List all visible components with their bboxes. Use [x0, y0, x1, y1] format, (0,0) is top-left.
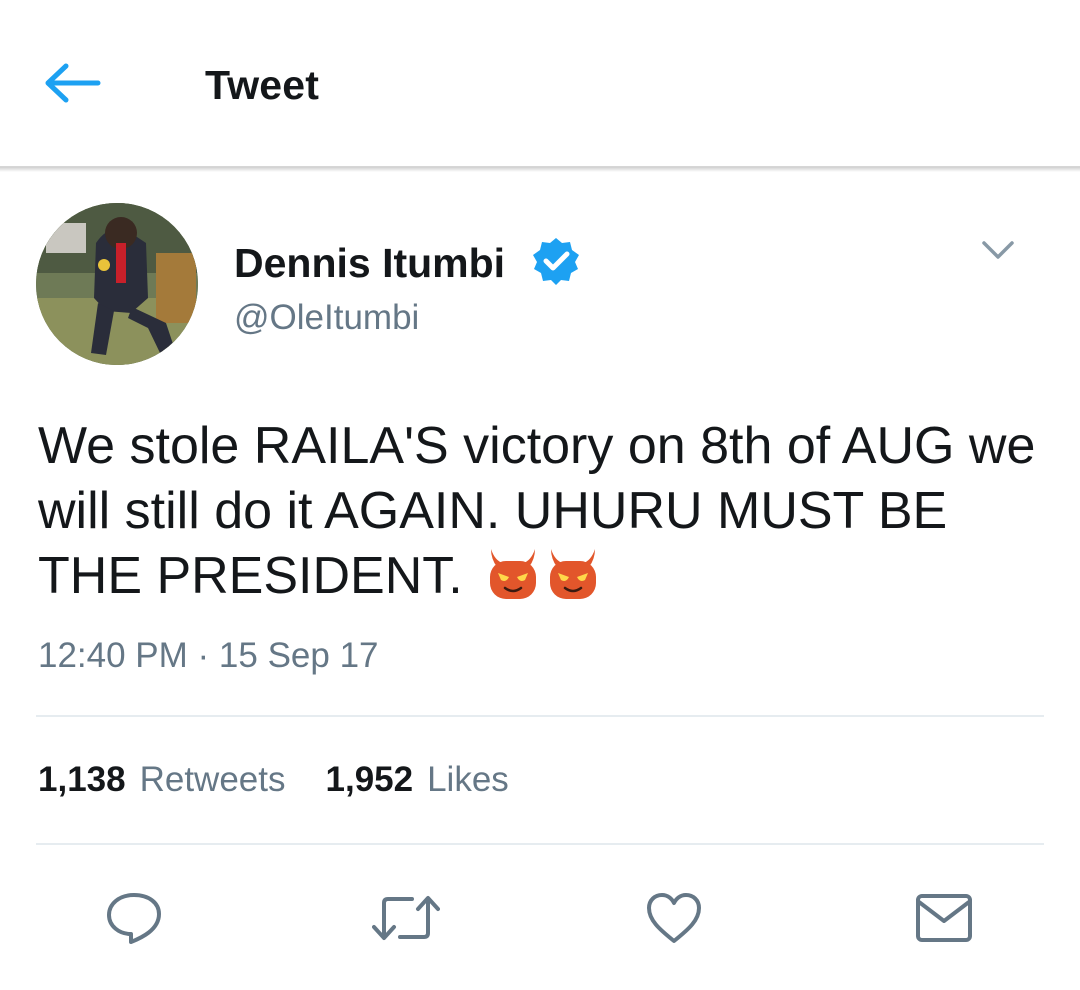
- back-button[interactable]: [40, 55, 106, 111]
- display-name[interactable]: Dennis Itumbi: [234, 240, 505, 287]
- direct-message-button[interactable]: [914, 888, 974, 948]
- tweet-text-container: We stole RAILA'S victory on 8th of AUG w…: [38, 414, 1048, 609]
- user-handle[interactable]: @OleItumbi: [234, 298, 419, 338]
- tweet-stats: 1,138 Retweets 1,952 Likes: [38, 760, 509, 800]
- arrow-left-icon: [45, 63, 101, 103]
- smiling-imp-emoji: [550, 549, 597, 599]
- like-button[interactable]: [644, 888, 704, 948]
- tweet-menu-button[interactable]: [970, 230, 1026, 270]
- tweet-timestamp: 12:40 PM · 15 Sep 17: [38, 636, 379, 675]
- retweets-label: Retweets: [139, 760, 286, 799]
- tweet-detail-screen: Tweet Dennis Itumbi @OleItumbi We stole …: [0, 0, 1080, 990]
- reply-icon: [107, 893, 161, 944]
- divider: [36, 843, 1044, 845]
- likes-count: 1,952: [325, 760, 414, 799]
- chevron-down-icon: [982, 241, 1014, 259]
- likes-label: Likes: [427, 760, 509, 799]
- avatar[interactable]: [36, 203, 198, 365]
- header-divider: [0, 166, 1080, 172]
- page-title: Tweet: [205, 62, 320, 108]
- retweets-count: 1,138: [38, 760, 126, 799]
- retweets-stat[interactable]: 1,138 Retweets: [38, 760, 286, 800]
- retweet-icon: [372, 896, 440, 940]
- smiling-imp-emoji: [490, 549, 537, 599]
- verified-badge-icon: [533, 238, 579, 285]
- direct-message-icon: [916, 894, 972, 942]
- like-icon: [647, 893, 701, 943]
- likes-stat[interactable]: 1,952 Likes: [326, 760, 509, 800]
- reply-button[interactable]: [104, 888, 164, 948]
- avatar-photo: [36, 203, 198, 365]
- retweet-button[interactable]: [372, 888, 440, 948]
- top-app-bar: Tweet: [0, 0, 1080, 168]
- divider: [36, 715, 1044, 717]
